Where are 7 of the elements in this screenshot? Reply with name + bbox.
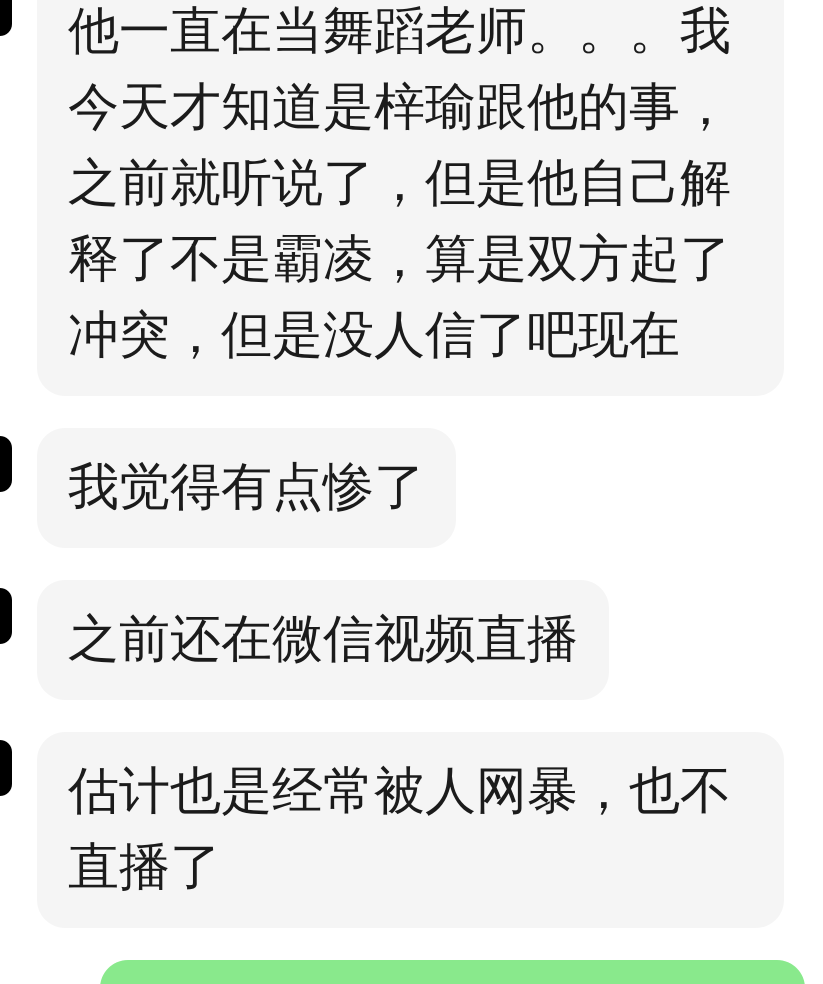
message-bubble: 我觉得有点惨了 xyxy=(37,428,456,548)
avatar[interactable] xyxy=(0,436,12,492)
avatar[interactable] xyxy=(0,588,12,644)
avatar[interactable] xyxy=(0,740,12,796)
message-bubble: 估计也是经常被人网暴，也不直播了 xyxy=(37,732,784,928)
message-bubble: 他一直在当舞蹈老师。。。我今天才知道是梓瑜跟他的事，之前就听说了，但是他自己解释了不是霸凌，算是双方起了冲突，但是没人信了吧现在 xyxy=(37,0,784,396)
message-bubble: 之前还在微信视频直播 xyxy=(37,580,609,700)
